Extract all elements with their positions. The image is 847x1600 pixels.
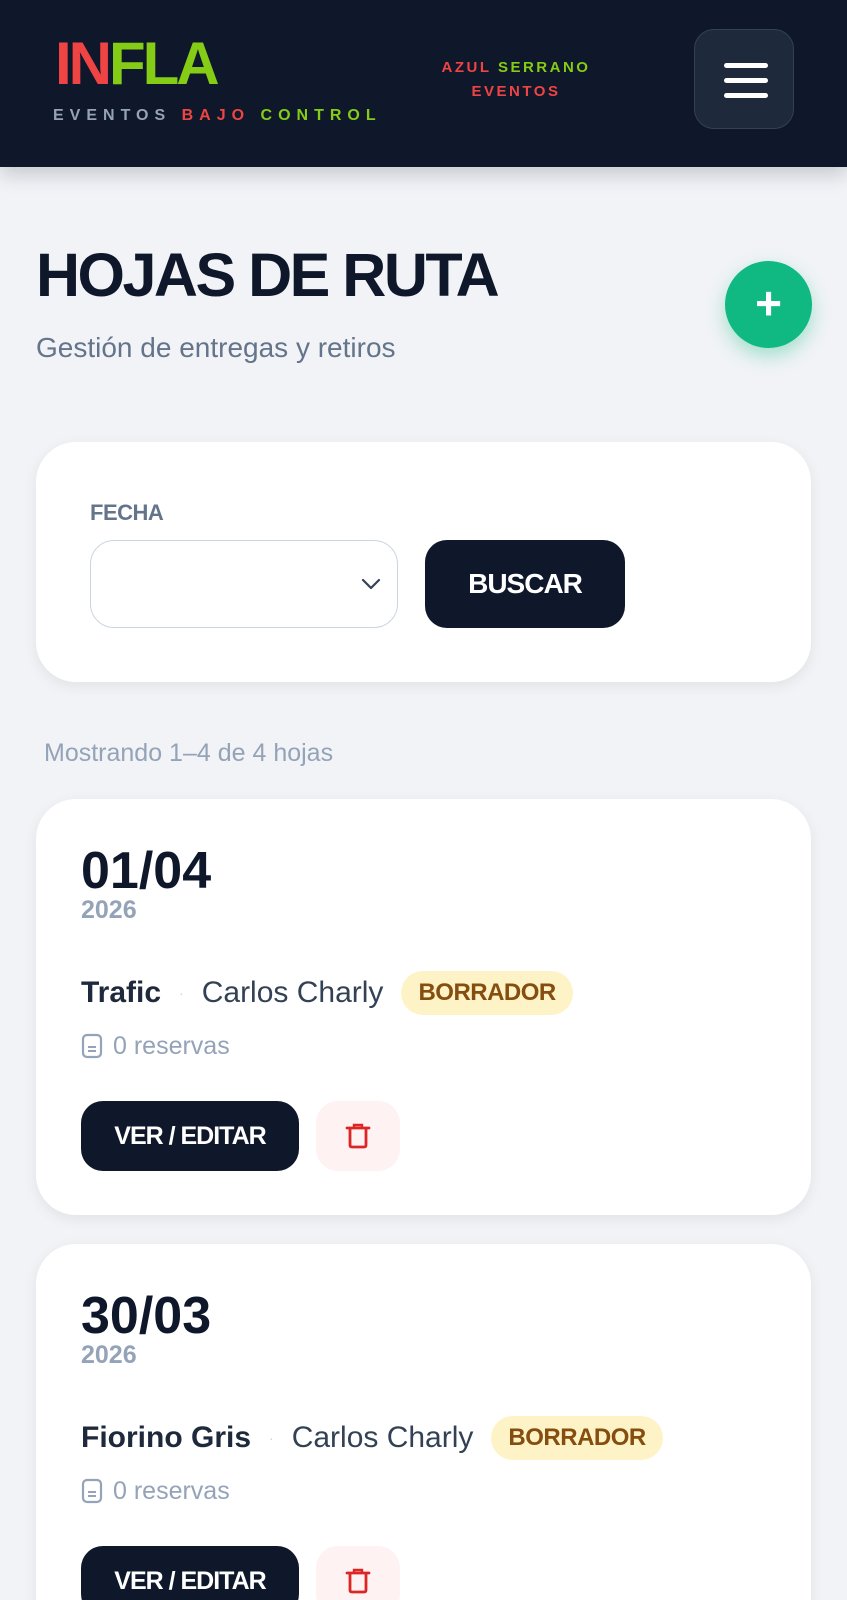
- route-details: Trafic · Carlos Charly BORRADOR: [81, 971, 573, 1015]
- search-button[interactable]: BUSCAR: [425, 540, 625, 628]
- trash-icon: [345, 1123, 371, 1149]
- tagline-word-1: EVENTOS: [53, 107, 172, 124]
- company-name: AZUL SERRANO EVENTOS: [420, 56, 612, 104]
- app-tagline: EVENTOS BAJO CONTROL: [53, 106, 382, 126]
- route-reservations: 0 reservas: [81, 1030, 230, 1062]
- view-edit-button[interactable]: VER / EDITAR: [81, 1101, 299, 1171]
- route-vehicle: Trafic: [81, 976, 162, 1009]
- reservations-count: 0 reservas: [113, 1031, 230, 1060]
- hamburger-menu-icon: [724, 63, 768, 68]
- route-vehicle: Fiorino Gris: [81, 1421, 252, 1454]
- hamburger-menu-icon-bar: [724, 78, 768, 83]
- top-bar: INFLA EVENTOS BAJO CONTROL AZUL SERRANO …: [0, 0, 847, 167]
- add-route-button[interactable]: +: [725, 261, 812, 348]
- reservations-count: 0 reservas: [113, 1476, 230, 1505]
- route-driver: Carlos Charly: [201, 976, 384, 1009]
- results-count: Mostrando 1–4 de 4 hojas: [44, 739, 334, 767]
- route-driver: Carlos Charly: [291, 1421, 474, 1454]
- route-reservations: 0 reservas: [81, 1475, 230, 1507]
- plus-icon: +: [755, 277, 782, 329]
- separator-dot: ·: [269, 1430, 274, 1446]
- hamburger-menu-button[interactable]: [694, 29, 794, 129]
- route-card: 30/03 2026 Fiorino Gris · Carlos Charly …: [36, 1244, 811, 1600]
- route-year: 2026: [81, 896, 137, 924]
- route-card: 01/04 2026 Trafic · Carlos Charly BORRAD…: [36, 799, 811, 1215]
- route-year: 2026: [81, 1341, 137, 1369]
- tagline-word-2: BAJO: [181, 107, 251, 124]
- status-badge: BORRADOR: [401, 971, 573, 1015]
- separator-dot: ·: [179, 985, 184, 1001]
- route-date: 30/03: [81, 1287, 212, 1345]
- document-icon: [81, 1033, 103, 1059]
- date-filter-label: FECHA: [90, 500, 164, 525]
- document-icon: [81, 1478, 103, 1504]
- route-details: Fiorino Gris · Carlos Charly BORRADOR: [81, 1416, 663, 1460]
- app-logo[interactable]: INFLA: [55, 30, 220, 97]
- company-word-1: AZUL: [441, 59, 492, 76]
- filter-card: FECHA BUSCAR: [36, 442, 811, 682]
- logo-part-in: IN: [55, 30, 112, 97]
- page-title: HOJAS DE RUTA: [36, 241, 500, 309]
- route-date: 01/04: [81, 842, 212, 900]
- chevron-down-icon: [361, 578, 381, 590]
- logo-part-fla: FLA: [109, 30, 220, 97]
- trash-icon: [345, 1568, 371, 1594]
- page-subtitle: Gestión de entregas y retiros: [36, 332, 396, 363]
- view-edit-button[interactable]: VER / EDITAR: [81, 1546, 299, 1600]
- status-badge: BORRADOR: [491, 1416, 663, 1460]
- company-word-3: EVENTOS: [471, 83, 561, 100]
- tagline-word-3: CONTROL: [260, 107, 382, 124]
- company-word-2: SERRANO: [497, 59, 591, 76]
- delete-button[interactable]: [316, 1101, 400, 1171]
- date-select[interactable]: [90, 540, 398, 628]
- delete-button[interactable]: [316, 1546, 400, 1600]
- hamburger-menu-icon-bar: [724, 93, 768, 98]
